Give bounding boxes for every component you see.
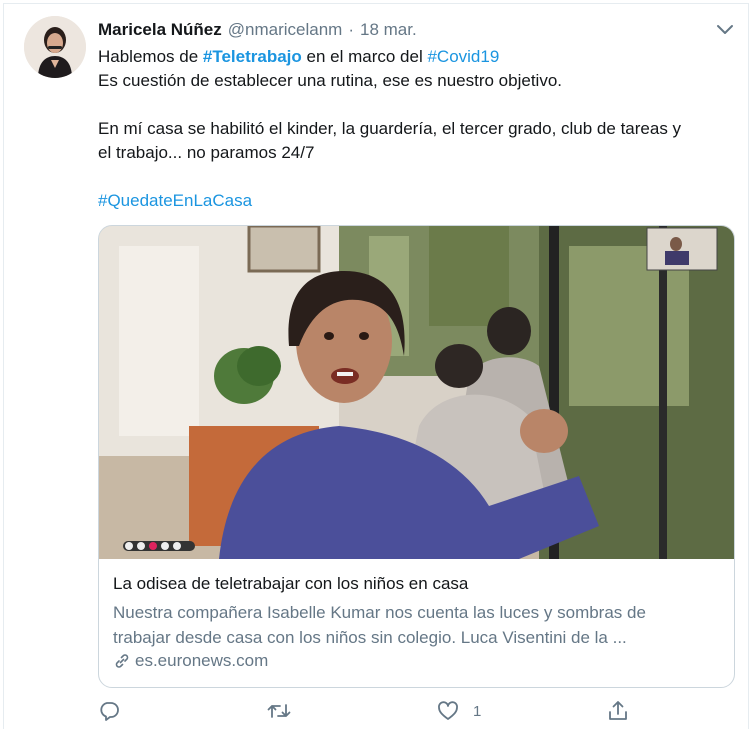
- retweet-icon: [267, 704, 291, 718]
- reply-button[interactable]: [98, 698, 120, 724]
- hashtag-teletrabajo[interactable]: #Teletrabajo: [203, 47, 302, 66]
- separator-dot: ·: [348, 20, 355, 39]
- tweet-text-line-3: En mí casa se habilitó el kinder, la gua…: [98, 119, 682, 138]
- tweet-text-line-1: Hablemos de #Teletrabajo en el marco del…: [98, 47, 500, 66]
- like-button[interactable]: 1: [437, 698, 481, 724]
- author-name[interactable]: Maricela Núñez: [98, 20, 222, 40]
- like-count: 1: [473, 702, 482, 720]
- reply-icon: [100, 702, 119, 721]
- tweet-text-line-2: Es cuestión de establecer una rutina, es…: [98, 71, 563, 90]
- hashtag-covid19[interactable]: #Covid19: [427, 47, 499, 66]
- tweet-date[interactable]: 18 mar.: [360, 20, 417, 40]
- tweet-header: Maricela Núñez @nmaricelanm · 18 mar.: [98, 18, 417, 42]
- chevron-down-icon[interactable]: [714, 18, 736, 40]
- avatar[interactable]: [24, 16, 86, 78]
- hashtag-quedateenlacasa[interactable]: #QuedateEnLaCasa: [98, 191, 252, 210]
- card-title[interactable]: La odisea de teletrabajar con los niños …: [113, 574, 468, 594]
- avatar-photo: [24, 16, 86, 78]
- card-domain[interactable]: es.euronews.com: [113, 651, 268, 671]
- tweet-text-line-5: #QuedateEnLaCasa: [98, 189, 252, 213]
- share-icon: [609, 701, 627, 720]
- tweet-text-line-4: el trabajo... no paramos 24/7: [98, 143, 315, 162]
- link-icon: [115, 654, 129, 668]
- share-button[interactable]: [607, 698, 629, 724]
- card-image: [99, 226, 734, 559]
- link-card[interactable]: La odisea de teletrabajar con los niños …: [98, 225, 735, 688]
- heart-icon: [438, 701, 458, 720]
- author-handle[interactable]: @nmaricelanm: [228, 20, 343, 40]
- retweet-button[interactable]: [267, 698, 291, 724]
- card-description: Nuestra compañera Isabelle Kumar nos cue…: [113, 603, 646, 647]
